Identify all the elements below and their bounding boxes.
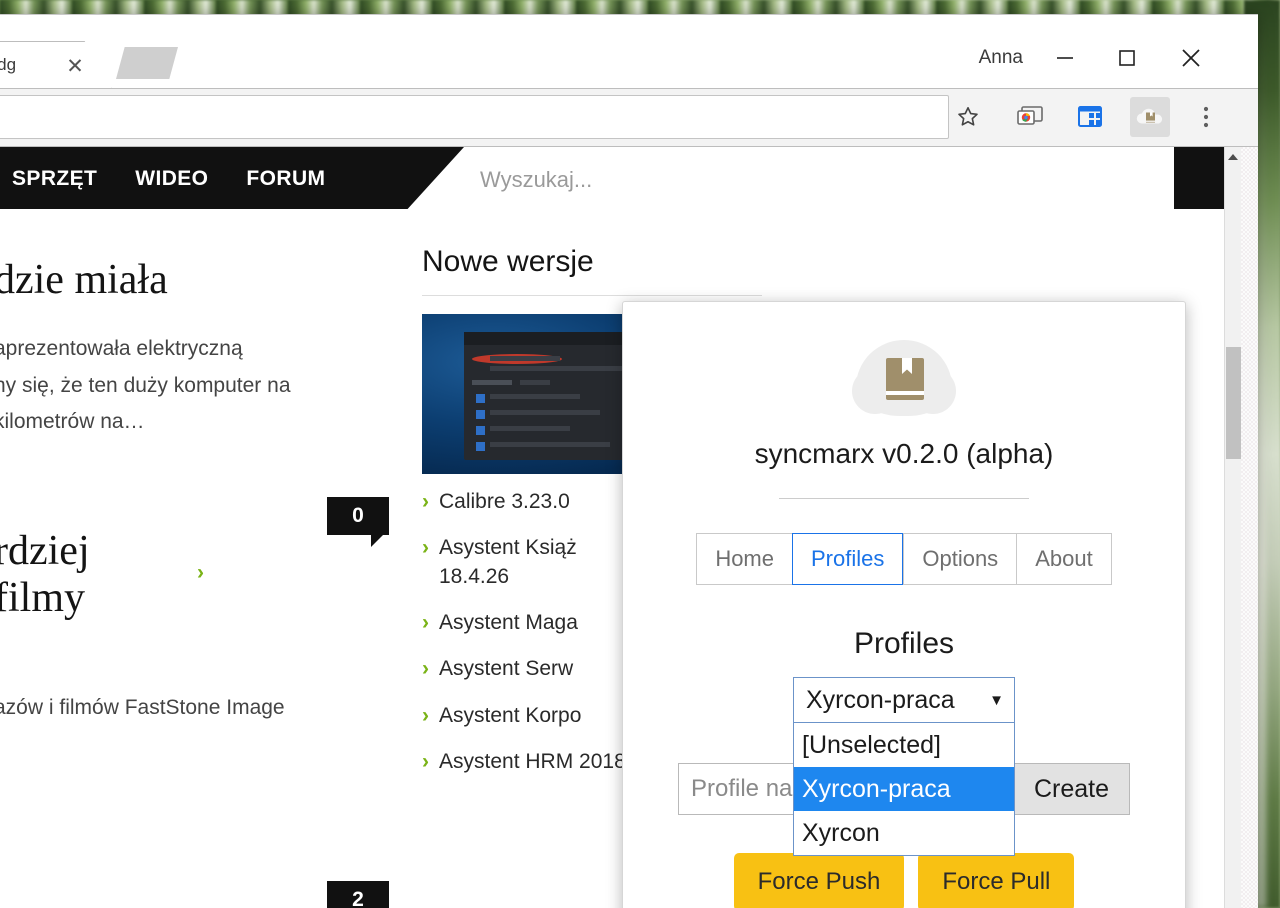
chevron-right-icon: › — [422, 490, 429, 513]
site-search-input[interactable]: Wyszukaj... — [480, 167, 592, 193]
profile-option-xyrcon[interactable]: Xyrcon — [794, 811, 1014, 855]
scrollbar-thumb[interactable] — [1226, 347, 1241, 459]
tab-close-icon[interactable]: ✕ — [63, 55, 87, 79]
profile-select-wrapper: Xyrcon-praca ▼ [Unselected] Xyrcon-praca… — [793, 677, 1015, 856]
popup-divider — [779, 498, 1029, 499]
page-viewport: SPRZĘT WIDEO FORUM Wyszukaj... dzie miał… — [0, 147, 1258, 908]
chevron-down-icon: ▼ — [989, 691, 1004, 709]
chevron-right-icon: › — [422, 750, 429, 774]
popup-title: syncmarx v0.2.0 (alpha) — [754, 438, 1054, 469]
window-blue-icon[interactable] — [1070, 97, 1110, 137]
tab-profiles[interactable]: Profiles — [792, 533, 904, 585]
profile-select[interactable]: Xyrcon-praca ▼ — [793, 677, 1015, 723]
syncmarx-cloud-book-icon — [852, 340, 956, 416]
comment-count-badge-2: 2 — [327, 881, 389, 908]
bookmark-star-icon[interactable] — [948, 97, 988, 137]
popup-tabs: Home Profiles Options About — [623, 533, 1185, 585]
force-actions-row: Force Push Force Pull — [623, 853, 1185, 908]
chrome-menu-icon[interactable] — [1186, 97, 1226, 137]
news-list-heading: Nowe wersje — [422, 209, 762, 296]
tab-options[interactable]: Options — [903, 533, 1017, 585]
site-nav-links: SPRZĘT WIDEO FORUM — [12, 167, 325, 191]
news-item-label: Asystent Korpo — [439, 703, 582, 727]
browser-window: cleodg ✕ Anna — [0, 14, 1258, 908]
article-title-1[interactable]: dzie miała — [0, 209, 414, 305]
browser-profile-name[interactable]: Anna — [979, 47, 1023, 69]
article-read-more-arrow[interactable]: › — [197, 561, 204, 585]
cast-icon[interactable] — [1010, 97, 1050, 137]
news-item-label: Asystent Serw — [439, 657, 574, 681]
force-push-button[interactable]: Force Push — [733, 853, 905, 908]
article-lead-2: azów i filmów FastStone Image — [0, 695, 285, 719]
page-edge-strip — [1241, 147, 1258, 908]
profiles-section-title: Profiles — [853, 627, 955, 660]
site-navigation: SPRZĘT WIDEO FORUM Wyszukaj... — [0, 147, 1224, 209]
maximize-icon[interactable] — [1104, 35, 1150, 81]
site-nav-item-sprzet[interactable]: SPRZĘT — [12, 167, 97, 191]
article-column: dzie miała 0 aprezentowała elektryczną n… — [0, 209, 414, 908]
news-item-label: Asystent Maga — [439, 611, 578, 635]
chevron-right-icon: › — [422, 703, 429, 727]
profile-option-unselected[interactable]: [Unselected] — [794, 723, 1014, 767]
browser-titlebar: cleodg ✕ Anna — [0, 14, 1258, 89]
create-button[interactable]: Create — [1014, 763, 1130, 815]
close-icon[interactable] — [1168, 35, 1214, 81]
profile-option-xyrcon-praca[interactable]: Xyrcon-praca — [794, 767, 1014, 811]
article-lead-1: aprezentowała elektryczną ny się, że ten… — [0, 337, 291, 433]
browser-toolbar — [0, 89, 1258, 147]
profile-select-options: [Unselected] Xyrcon-praca Xyrcon — [793, 723, 1015, 856]
news-item-label: Asystent Książ 18.4.26 — [439, 536, 577, 588]
site-nav-background-right — [1174, 147, 1224, 209]
tab-about[interactable]: About — [1016, 533, 1112, 585]
syncmarx-popup: syncmarx v0.2.0 (alpha) Home Profiles Op… — [622, 301, 1186, 908]
book-shape — [886, 358, 924, 400]
tab-home[interactable]: Home — [696, 533, 792, 585]
site-nav-item-forum[interactable]: FORUM — [246, 167, 325, 191]
chevron-right-icon: › — [422, 657, 429, 681]
scroll-up-arrow-icon[interactable] — [1228, 154, 1238, 160]
site-nav-item-wideo[interactable]: WIDEO — [135, 167, 208, 191]
page-scrollbar[interactable] — [1224, 147, 1241, 908]
comment-count-badge-1: 0 — [327, 497, 389, 547]
syncmarx-extension-icon[interactable] — [1130, 97, 1170, 137]
address-bar[interactable] — [0, 95, 949, 139]
force-pull-button[interactable]: Force Pull — [918, 853, 1075, 908]
chevron-right-icon: › — [422, 611, 429, 635]
minimize-icon[interactable] — [1042, 35, 1088, 81]
profile-select-value: Xyrcon-praca — [806, 685, 955, 714]
new-tab-button[interactable] — [116, 47, 178, 79]
news-item-label: Calibre 3.23.0 — [439, 490, 570, 513]
chevron-right-icon: › — [422, 536, 429, 560]
